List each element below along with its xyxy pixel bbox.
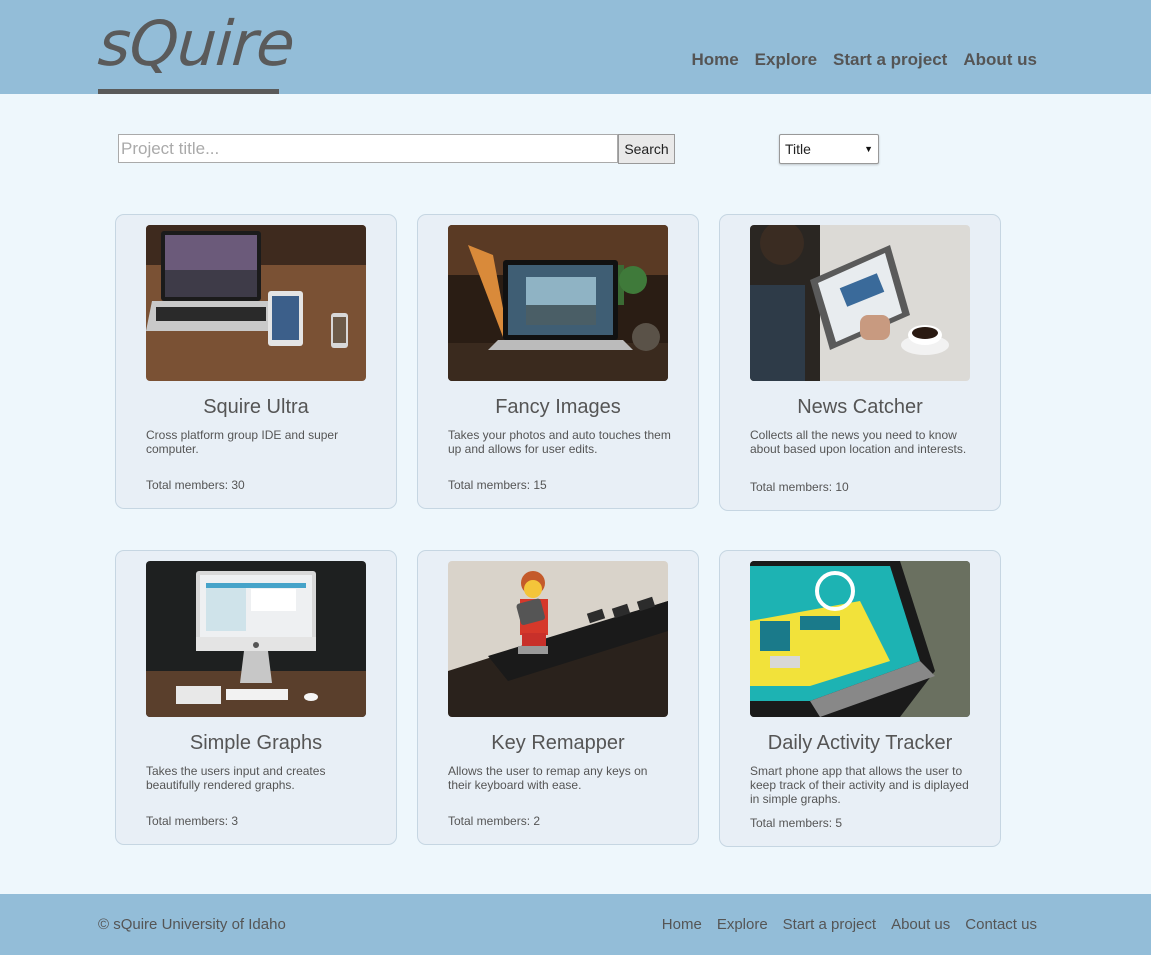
project-description: Collects all the news you need to know a…: [750, 428, 967, 456]
laptop-tablet-phone-photo: [146, 225, 366, 381]
nav-home[interactable]: Home: [691, 50, 738, 70]
search-input[interactable]: [118, 134, 618, 163]
site-logo[interactable]: sQuire: [95, 7, 296, 94]
nav-explore[interactable]: Explore: [755, 50, 817, 70]
copyright-text: © sQuire University of Idaho: [98, 916, 286, 933]
search-bar: Search: [118, 134, 675, 164]
footer-nav-explore[interactable]: Explore: [717, 916, 768, 933]
site-footer: © sQuire University of Idaho Home Explor…: [0, 894, 1151, 955]
desktop-computer-photo: [146, 561, 366, 717]
site-header: sQuire Home Explore Start a project Abou…: [0, 0, 1151, 94]
project-title: Simple Graphs: [189, 732, 323, 754]
logo-underline: [98, 89, 279, 94]
project-members: Total members: 3: [146, 814, 239, 828]
project-description: Takes your photos and auto touches them …: [448, 428, 671, 456]
tablet-news-coffee-photo: [750, 225, 970, 381]
footer-nav-home[interactable]: Home: [662, 916, 702, 933]
sort-select-value: Title: [785, 141, 811, 157]
project-title: Squire Ultra: [203, 396, 309, 418]
nav-about-us[interactable]: About us: [963, 50, 1037, 70]
main-nav: Home Explore Start a project About us: [691, 50, 1037, 70]
project-card[interactable]: News Catcher Collects all the news you n…: [719, 214, 1001, 511]
search-button[interactable]: Search: [618, 134, 675, 164]
smartphone-app-photo: [750, 561, 970, 717]
project-description: Smart phone app that allows the user to …: [750, 764, 969, 806]
nav-start-project[interactable]: Start a project: [833, 50, 947, 70]
project-members: Total members: 5: [750, 816, 843, 830]
project-card[interactable]: Simple Graphs Takes the users input and …: [115, 550, 397, 845]
project-members: Total members: 10: [750, 480, 849, 494]
footer-nav: Home Explore Start a project About us Co…: [662, 916, 1037, 933]
project-card[interactable]: Squire Ultra Cross platform group IDE an…: [115, 214, 397, 509]
project-title: Daily Activity Tracker: [767, 732, 953, 754]
project-card[interactable]: Fancy Images Takes your photos and auto …: [417, 214, 699, 509]
project-description: Cross platform group IDE and super compu…: [146, 428, 339, 456]
project-title: News Catcher: [797, 396, 923, 418]
laptop-photo-editing-photo: [448, 225, 668, 381]
project-members: Total members: 15: [448, 478, 547, 492]
project-title: Key Remapper: [491, 732, 625, 754]
footer-nav-contact-us[interactable]: Contact us: [965, 916, 1037, 933]
lego-keyboard-photo: [448, 561, 668, 717]
project-description: Allows the user to remap any keys on the…: [448, 764, 648, 792]
project-members: Total members: 2: [448, 814, 541, 828]
project-title: Fancy Images: [495, 396, 621, 418]
footer-nav-about-us[interactable]: About us: [891, 916, 950, 933]
chevron-down-icon: ▼: [864, 144, 873, 154]
project-members: Total members: 30: [146, 478, 245, 492]
project-card[interactable]: Key Remapper Allows the user to remap an…: [417, 550, 699, 845]
sort-select[interactable]: Title ▼: [779, 134, 879, 164]
project-card[interactable]: Daily Activity Tracker Smart phone app t…: [719, 550, 1001, 847]
project-description: Takes the users input and creates beauti…: [146, 764, 326, 792]
footer-nav-start-project[interactable]: Start a project: [783, 916, 876, 933]
